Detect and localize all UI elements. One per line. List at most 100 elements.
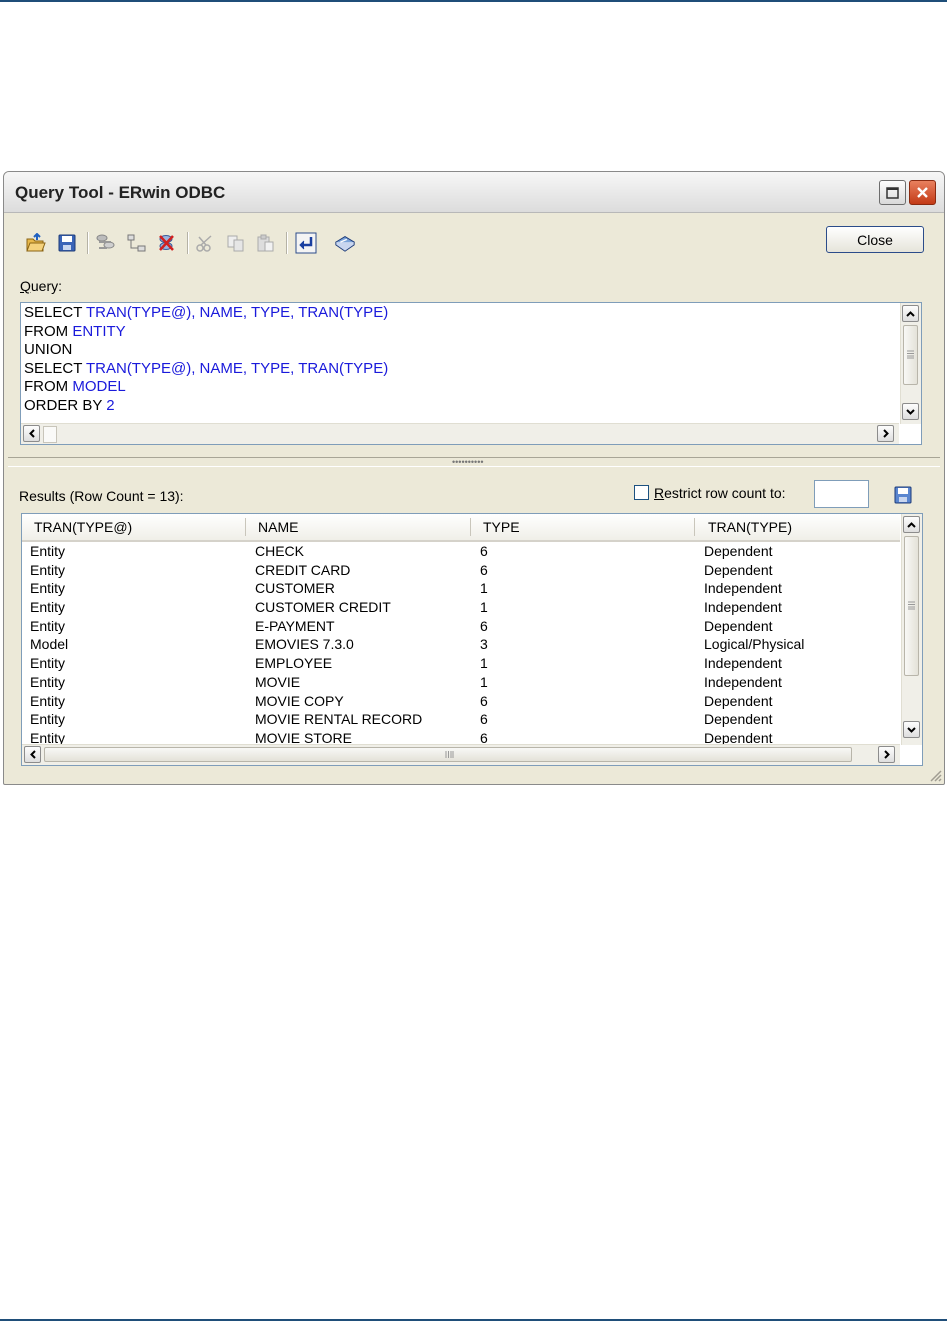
help-book-icon[interactable] bbox=[334, 232, 356, 254]
scroll-down-button[interactable] bbox=[903, 721, 920, 738]
table-cell: Entity bbox=[30, 692, 66, 709]
title-bar[interactable]: Query Tool - ERwin ODBC bbox=[4, 172, 944, 213]
results-grid[interactable]: TRAN(TYPE@) NAME TYPE TRAN(TYPE) Entity C… bbox=[21, 513, 923, 766]
column-divider[interactable] bbox=[694, 518, 695, 536]
row-limit-input[interactable] bbox=[814, 480, 869, 508]
save-results-icon[interactable] bbox=[892, 484, 914, 506]
table-cell: 1 bbox=[480, 655, 488, 672]
chevron-up-icon bbox=[907, 521, 916, 528]
column-header[interactable]: TYPE bbox=[483, 519, 520, 535]
query-label-accesskey: Q bbox=[20, 278, 31, 294]
grip-icon bbox=[907, 350, 914, 359]
query-line: SELECT TRAN(TYPE@), NAME, TYPE, TRAN(TYP… bbox=[24, 304, 388, 323]
table-cell: EMPLOYEE bbox=[255, 655, 333, 672]
table-row[interactable]: Entity CHECK 6 Dependent bbox=[22, 542, 900, 561]
table-cell: CREDIT CARD bbox=[255, 561, 351, 578]
table-cell: Dependent bbox=[704, 617, 773, 634]
restrict-row-count-label[interactable]: Restrict row count to: bbox=[654, 485, 786, 501]
sql-keyword: SELECT bbox=[24, 359, 86, 377]
table-cell: MOVIE bbox=[255, 673, 301, 690]
cut-icon[interactable] bbox=[195, 232, 217, 254]
results-label: Results (Row Count = 13): bbox=[19, 488, 184, 504]
query-hscroll-thumb[interactable] bbox=[43, 426, 57, 443]
tree-icon[interactable] bbox=[126, 232, 148, 254]
restrict-row-count-checkbox[interactable] bbox=[634, 485, 649, 500]
table-cell: 6 bbox=[480, 711, 488, 728]
table-cell: CHECK bbox=[255, 543, 305, 559]
column-header[interactable]: TRAN(TYPE) bbox=[708, 519, 792, 535]
maximize-icon bbox=[886, 186, 899, 199]
disconnect-icon[interactable] bbox=[156, 232, 178, 254]
table-row[interactable]: Entity CUSTOMER 1 Independent bbox=[22, 579, 900, 598]
copy-icon[interactable] bbox=[225, 232, 247, 254]
execute-icon[interactable] bbox=[295, 232, 317, 254]
save-icon[interactable] bbox=[56, 232, 78, 254]
results-vertical-scrollbar[interactable] bbox=[901, 514, 922, 745]
table-row[interactable]: Entity EMPLOYEE 1 Independent bbox=[22, 654, 900, 673]
query-line: FROM ENTITY bbox=[24, 323, 388, 342]
grip-icon bbox=[445, 751, 454, 758]
window-title: Query Tool - ERwin ODBC bbox=[15, 183, 226, 202]
toolbar-separator bbox=[187, 232, 189, 254]
results-scroll-thumb[interactable] bbox=[904, 536, 919, 676]
table-row[interactable]: Entity MOVIE COPY 6 Dependent bbox=[22, 692, 900, 711]
table-cell: EMOVIES 7.3.0 bbox=[255, 636, 354, 653]
pane-splitter[interactable]: •••••••••• bbox=[8, 457, 940, 467]
restrict-accesskey: R bbox=[654, 485, 665, 501]
table-cell: Dependent bbox=[704, 561, 773, 578]
query-scroll-thumb[interactable] bbox=[903, 325, 918, 385]
paste-icon[interactable] bbox=[255, 232, 277, 254]
column-header[interactable]: TRAN(TYPE@) bbox=[34, 519, 132, 535]
column-header[interactable]: NAME bbox=[258, 519, 298, 535]
sql-keyword: SELECT bbox=[24, 304, 86, 321]
window-close-button[interactable] bbox=[909, 180, 936, 205]
query-line: UNION bbox=[24, 341, 388, 360]
scroll-up-button[interactable] bbox=[902, 305, 919, 322]
table-cell: Independent bbox=[704, 655, 782, 672]
close-button[interactable]: Close bbox=[826, 226, 924, 253]
table-cell: CUSTOMER CREDIT bbox=[255, 599, 391, 616]
toolbar-separator bbox=[286, 232, 288, 254]
scroll-left-button[interactable] bbox=[24, 746, 41, 763]
sql-identifier: TRAN(TYPE@), NAME, TYPE, TRAN(TYPE) bbox=[85, 359, 389, 377]
open-icon[interactable] bbox=[25, 232, 47, 254]
query-text[interactable]: SELECT TRAN(TYPE@), NAME, TYPE, TRAN(TYP… bbox=[24, 304, 388, 416]
table-cell: 3 bbox=[480, 636, 488, 653]
table-cell: 1 bbox=[480, 599, 488, 616]
table-cell: MOVIE COPY bbox=[255, 692, 344, 709]
sql-identifier: ENTITY bbox=[72, 322, 126, 340]
table-cell: CUSTOMER bbox=[255, 580, 335, 597]
scroll-right-button[interactable] bbox=[878, 746, 895, 763]
table-row[interactable]: Entity CREDIT CARD 6 Dependent bbox=[22, 561, 900, 580]
query-vertical-scrollbar[interactable] bbox=[900, 303, 921, 424]
column-divider[interactable] bbox=[470, 518, 471, 536]
table-row[interactable]: Entity MOVIE RENTAL RECORD 6 Dependent bbox=[22, 710, 900, 729]
results-horizontal-scrollbar[interactable] bbox=[22, 744, 900, 765]
resize-grip-icon[interactable] bbox=[928, 768, 942, 782]
chevron-left-icon bbox=[29, 750, 36, 759]
table-cell: 6 bbox=[480, 692, 488, 709]
scroll-right-button[interactable] bbox=[877, 425, 894, 442]
column-divider[interactable] bbox=[245, 518, 246, 536]
table-cell: 1 bbox=[480, 580, 488, 597]
table-cell: 6 bbox=[480, 561, 488, 578]
table-cell: 6 bbox=[480, 617, 488, 634]
table-row[interactable]: Entity CUSTOMER CREDIT 1 Independent bbox=[22, 598, 900, 617]
chevron-up-icon bbox=[906, 310, 915, 317]
table-row[interactable]: Entity E-PAYMENT 6 Dependent bbox=[22, 617, 900, 636]
connect-icon[interactable] bbox=[95, 232, 117, 254]
table-row[interactable]: Model EMOVIES 7.3.0 3 Logical/Physical bbox=[22, 635, 900, 654]
query-label-text: uery: bbox=[30, 278, 63, 294]
table-cell: Independent bbox=[704, 580, 782, 597]
results-hscroll-thumb[interactable] bbox=[44, 747, 852, 762]
query-horizontal-scrollbar[interactable] bbox=[21, 423, 899, 444]
table-cell: Dependent bbox=[704, 692, 773, 709]
maximize-button[interactable] bbox=[879, 180, 906, 205]
scroll-up-button[interactable] bbox=[903, 516, 920, 533]
table-cell: Entity bbox=[30, 580, 66, 597]
table-row[interactable]: Entity MOVIE 1 Independent bbox=[22, 673, 900, 692]
scroll-down-button[interactable] bbox=[902, 403, 919, 420]
query-tool-window: Query Tool - ERwin ODBC Close Query: SEL… bbox=[3, 171, 945, 785]
scroll-left-button[interactable] bbox=[23, 425, 40, 442]
query-editor[interactable]: SELECT TRAN(TYPE@), NAME, TYPE, TRAN(TYP… bbox=[20, 302, 922, 445]
